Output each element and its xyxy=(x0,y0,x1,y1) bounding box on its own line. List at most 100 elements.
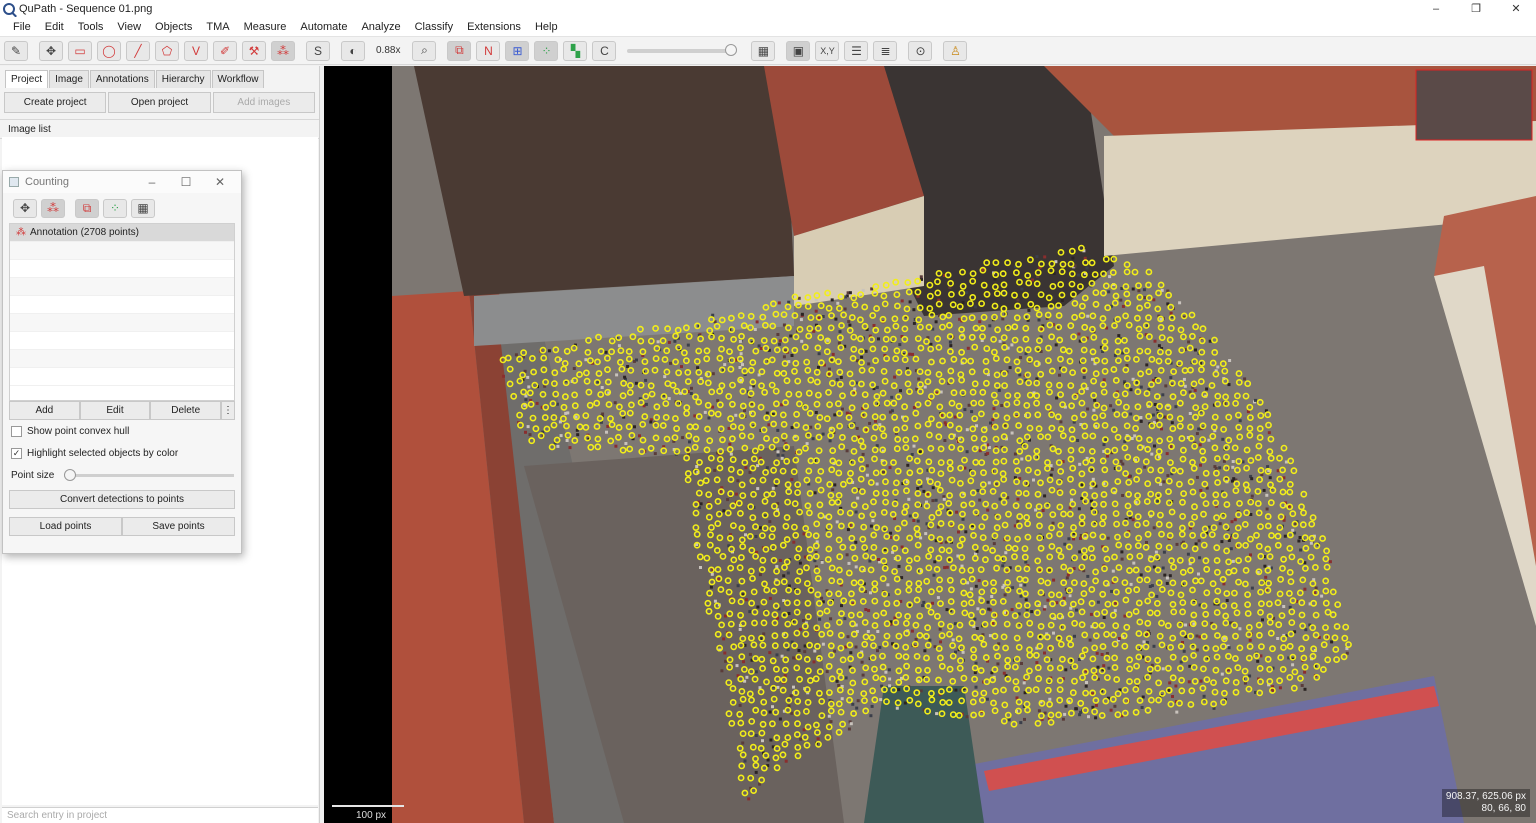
add-images-button[interactable]: Add images xyxy=(212,92,315,113)
highlight-checkbox[interactable]: ✓ Highlight selected objects by color xyxy=(3,442,241,464)
tab-workflow[interactable]: Workflow xyxy=(211,70,265,88)
brush-icon[interactable]: ✐ xyxy=(213,40,237,61)
show-detections-icon[interactable]: ⁘ xyxy=(534,40,559,61)
menu-extensions[interactable]: Extensions xyxy=(460,21,528,33)
list-item-empty xyxy=(10,296,234,314)
tab-project[interactable]: Project xyxy=(5,70,49,88)
selection-mode-icon[interactable]: S xyxy=(306,40,330,61)
tab-annotations[interactable]: Annotations xyxy=(89,70,155,88)
move-icon[interactable]: ✥ xyxy=(13,198,37,218)
list-item[interactable]: ⁂ Annotation (2708 points) xyxy=(10,224,234,242)
dialog-minimize-button[interactable]: – xyxy=(135,173,169,191)
project-buttons: Create project Open project Add images xyxy=(0,88,319,113)
add-button[interactable]: Add xyxy=(9,401,80,420)
menu-analyze[interactable]: Analyze xyxy=(354,21,407,33)
dialog-maximize-button[interactable]: ☐ xyxy=(169,173,203,191)
dialog-controls: – ☐ ✕ xyxy=(135,173,237,191)
menu-edit[interactable]: Edit xyxy=(38,21,71,33)
scalebar-icon[interactable]: ☰ xyxy=(844,40,869,61)
pen-tool-icon[interactable]: ✎ xyxy=(4,40,28,61)
wand-icon[interactable]: ⚒ xyxy=(242,40,266,61)
points-icon[interactable]: ⁂ xyxy=(41,198,65,218)
show-names-icon[interactable]: N xyxy=(476,40,501,61)
show-hull-checkbox[interactable]: Show point convex hull xyxy=(3,420,241,442)
menu-file[interactable]: File xyxy=(6,21,38,33)
panel-tabs: Project Image Annotations Hierarchy Work… xyxy=(0,66,319,88)
edit-button[interactable]: Edit xyxy=(79,401,151,420)
checkbox-box[interactable]: ✓ xyxy=(11,447,22,459)
overlay-opacity-slider[interactable] xyxy=(627,43,738,56)
polyline-icon[interactable]: V xyxy=(184,40,208,61)
zoom-level: 0.88x xyxy=(376,45,401,56)
list-item-empty xyxy=(10,332,234,350)
slider-knob[interactable] xyxy=(725,43,738,56)
overview-icon[interactable]: ▣ xyxy=(786,40,811,61)
zoom-to-fit-icon[interactable]: ⌕ xyxy=(412,40,437,61)
search-input[interactable]: Search entry in project xyxy=(2,807,318,823)
point-size-label: Point size xyxy=(11,469,55,481)
list-item-empty xyxy=(10,368,234,386)
show-detections-icon[interactable]: ⁘ xyxy=(103,198,127,218)
annotation-list[interactable]: ⁂ Annotation (2708 points) xyxy=(9,223,235,401)
convert-detections-button[interactable]: Convert detections to points xyxy=(9,490,235,509)
scale-label: 100 px xyxy=(356,810,387,821)
menu-classify[interactable]: Classify xyxy=(408,21,461,33)
menu-help[interactable]: Help xyxy=(528,21,565,33)
more-button[interactable]: ⋮ xyxy=(221,401,236,420)
window-title: QuPath - Sequence 01.png xyxy=(19,2,153,15)
minimize-button[interactable]: – xyxy=(1416,0,1456,17)
grid-icon[interactable]: ▦ xyxy=(131,198,155,218)
points-icon[interactable]: ⁂ xyxy=(271,40,295,61)
tab-image[interactable]: Image xyxy=(49,70,89,88)
menu-tma[interactable]: TMA xyxy=(199,21,236,33)
slider-knob[interactable] xyxy=(64,468,77,481)
fill-detections-icon[interactable]: ▚ xyxy=(563,40,588,61)
counting-toolbar: ✥ ⁂ ⧉ ⁘ ▦ xyxy=(3,193,241,223)
polygon-icon[interactable]: ⬠ xyxy=(155,40,179,61)
checkbox-box[interactable] xyxy=(11,425,22,437)
highlight-label: Highlight selected objects by color xyxy=(27,447,179,459)
list-item-empty xyxy=(10,242,234,260)
menu-bar: File Edit Tools View Objects TMA Measure… xyxy=(0,17,1536,37)
tab-hierarchy[interactable]: Hierarchy xyxy=(155,70,211,88)
dialog-close-button[interactable]: ✕ xyxy=(203,173,237,191)
point-size-row: Point size xyxy=(3,464,241,486)
ellipse-icon[interactable]: ◯ xyxy=(97,40,121,61)
command-list-icon[interactable]: ⊙ xyxy=(908,40,933,61)
menu-objects[interactable]: Objects xyxy=(148,21,199,33)
open-project-button[interactable]: Open project xyxy=(108,92,211,113)
dialog-title: Counting xyxy=(25,176,70,188)
rectangle-icon[interactable]: ▭ xyxy=(68,40,92,61)
grid-icon[interactable]: ▦ xyxy=(751,40,776,61)
cursor-readout: 908.37, 625.06 px 80, 66, 80 xyxy=(1441,789,1530,817)
list-item-empty xyxy=(10,278,234,296)
measurement-table-icon[interactable]: ≣ xyxy=(873,40,898,61)
qupath-logo-icon xyxy=(3,2,15,15)
move-icon[interactable]: ✥ xyxy=(39,40,63,61)
log-icon[interactable]: ♙ xyxy=(943,40,968,61)
show-annotations-icon[interactable]: ⧉ xyxy=(447,40,472,61)
show-tma-grid-icon[interactable]: ⊞ xyxy=(505,40,530,61)
show-hull-label: Show point convex hull xyxy=(27,425,130,437)
load-points-button[interactable]: Load points xyxy=(9,517,122,536)
points-icon: ⁂ xyxy=(16,227,26,238)
window-icon xyxy=(9,177,19,187)
delete-button[interactable]: Delete xyxy=(150,401,222,420)
list-item-empty xyxy=(10,350,234,368)
save-points-button[interactable]: Save points xyxy=(122,517,235,536)
point-size-slider[interactable] xyxy=(64,468,235,481)
contrast-icon[interactable]: ◐ xyxy=(341,40,365,61)
menu-measure[interactable]: Measure xyxy=(237,21,294,33)
menu-view[interactable]: View xyxy=(110,21,148,33)
image-viewer[interactable]: 100 px 908.37, 625.06 px 80, 66, 80 xyxy=(324,66,1536,823)
line-icon[interactable]: ╱ xyxy=(126,40,150,61)
cursor-position: 908.37, 625.06 px xyxy=(1445,791,1526,802)
menu-tools[interactable]: Tools xyxy=(71,21,111,33)
show-connections-icon[interactable]: C xyxy=(592,40,617,61)
create-project-button[interactable]: Create project xyxy=(4,92,107,113)
location-icon[interactable]: X,Y xyxy=(815,40,840,61)
maximize-button[interactable]: ❐ xyxy=(1456,0,1496,17)
close-button[interactable]: ✕ xyxy=(1496,0,1536,17)
show-annotations-icon[interactable]: ⧉ xyxy=(75,198,99,218)
menu-automate[interactable]: Automate xyxy=(293,21,354,33)
